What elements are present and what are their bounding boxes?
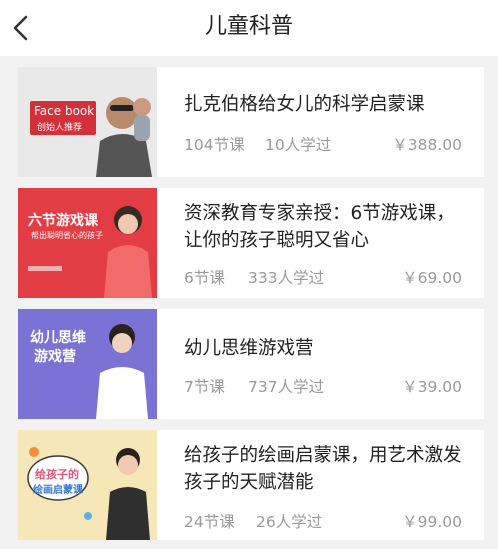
course-price: ￥99.00 [402,513,462,531]
course-title: 扎克伯格给女儿的科学启蒙课 [184,94,425,115]
thumb-subtitle: 创始人推荐 [37,123,83,133]
course-card[interactable]: 幼儿思维 游戏营 幼儿思维游戏营 7节课 737人学过 ￥39.00 [18,309,484,419]
lesson-count: 104节课 [184,136,245,154]
thumb-heading-2: 绘画启蒙课 [33,485,83,496]
lesson-count: 6节课 [184,269,225,287]
learner-count: 737人学过 [248,378,325,396]
thumb-heading: 给孩子的 [35,468,79,481]
course-thumbnail: 给孩子的 绘画启蒙课 [18,430,157,540]
page-title: 儿童科普 [204,14,293,39]
thumb-subtitle: 帮出聪明省心的孩子 [31,231,103,240]
course-card[interactable]: 六节游戏课 帮出聪明省心的孩子 资深教育专家亲授：6节游戏课，让你的孩子聪明又省… [18,188,484,298]
course-price: ￥39.00 [402,378,462,396]
thumb-heading-2: 游戏营 [34,349,76,365]
course-thumbnail: 六节游戏课 帮出聪明省心的孩子 [18,188,157,298]
course-card[interactable]: Face book 创始人推荐 扎克伯格给女儿的科学启蒙课 104节课 10人学… [18,67,484,177]
course-title: 幼儿思维游戏营 [184,338,314,359]
thumb-heading: 六节游戏课 [28,213,98,229]
thumb-heading: 幼儿思维 [30,330,86,346]
course-thumbnail: 幼儿思维 游戏营 [18,309,157,419]
course-price: ￥388.00 [392,136,462,154]
lesson-count: 24节课 [184,513,235,531]
learner-count: 26人学过 [256,513,323,531]
course-title: 资深教育专家亲授：6节游戏课，让你的孩子聪明又省心 [184,203,455,251]
top-bar: 儿童科普 [0,0,498,56]
course-card[interactable]: 给孩子的 绘画启蒙课 给孩子的绘画启蒙课，用艺术激发孩子的天赋潜能 24节课 2… [18,430,484,540]
learner-count: 10人学过 [265,136,332,154]
course-thumbnail: Face book 创始人推荐 [18,67,157,177]
learner-count: 333人学过 [248,269,325,287]
thumb-brand: Face book [34,104,95,118]
lesson-count: 7节课 [184,378,225,396]
course-price: ￥69.00 [402,269,462,287]
course-title: 给孩子的绘画启蒙课，用艺术激发孩子的天赋潜能 [184,445,462,493]
